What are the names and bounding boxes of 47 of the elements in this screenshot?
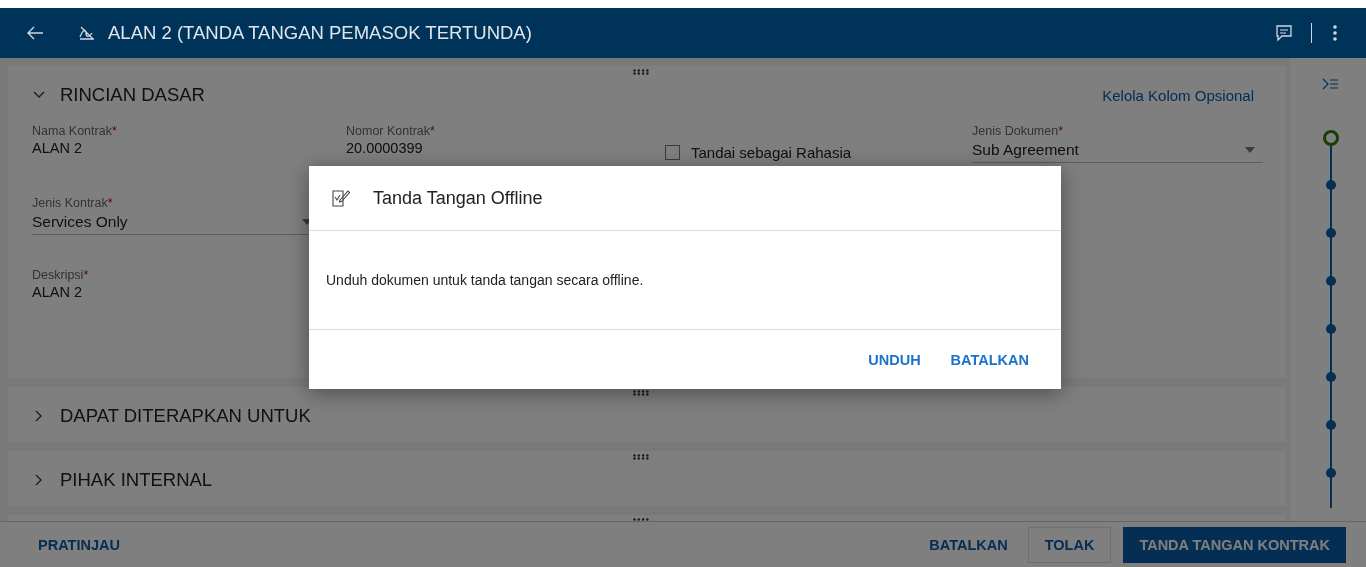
manage-columns-link[interactable]: Kelola Kolom Opsional <box>1102 86 1254 104</box>
dialog-message: Unduh dokumen untuk tanda tangan secara offline. <box>326 272 644 288</box>
current-step-ring[interactable] <box>1323 130 1339 146</box>
section-toggle[interactable]: RINCIAN DASAR <box>32 84 205 106</box>
required-mark: * <box>1058 124 1064 138</box>
section-toggle[interactable]: DAPAT DITERAPKAN UNTUK <box>32 405 311 427</box>
drag-handle-icon[interactable] <box>633 69 649 75</box>
step-dot[interactable] <box>1326 420 1336 430</box>
cancel-button[interactable]: BATALKAN <box>921 528 1016 561</box>
signature-icon <box>78 25 96 41</box>
field-value: ALAN 2 <box>32 140 83 156</box>
back-arrow-icon <box>26 26 44 40</box>
step-dot[interactable] <box>1326 276 1336 286</box>
caret-icon <box>1245 147 1255 153</box>
cancel-button[interactable]: BATALKAN <box>940 343 1039 376</box>
page-title: ALAN 2 (TANDA TANGAN PEMASOK TERTUNDA) <box>108 22 532 44</box>
step-dot[interactable] <box>1326 228 1336 238</box>
field-value: 20.0000399 <box>346 140 424 156</box>
chat-bubble-icon <box>1275 24 1293 42</box>
dropdown-field[interactable]: Sub Agreement <box>972 138 1263 163</box>
checkbox[interactable]: Tandai sebagai Rahasia <box>665 144 972 161</box>
sign-contract-button[interactable]: TANDA TANGAN KONTRAK <box>1123 526 1346 563</box>
required-mark: * <box>107 196 113 210</box>
more-button[interactable] <box>1330 22 1340 44</box>
step-dot[interactable] <box>1326 372 1336 382</box>
reject-button[interactable]: TOLAK <box>1027 526 1112 563</box>
download-button[interactable]: UNDUH <box>858 343 931 376</box>
expand-list-icon <box>1322 78 1338 90</box>
field-value: ALAN 2 <box>32 284 83 300</box>
expand-panel-button[interactable] <box>1320 76 1340 92</box>
drag-handle-icon[interactable] <box>633 454 649 460</box>
step-dot[interactable] <box>1326 180 1336 190</box>
comment-button[interactable] <box>1273 22 1295 44</box>
required-mark: * <box>83 268 89 282</box>
dialog-title: Tanda Tangan Offline <box>373 187 543 209</box>
field-label: Nomor Kontrak* <box>346 124 436 138</box>
section-toggle[interactable]: PIHAK INTERNAL <box>32 469 213 491</box>
step-dot[interactable] <box>1326 324 1336 334</box>
preview-button[interactable]: PRATINJAU <box>30 528 128 561</box>
document-pen-icon <box>331 188 351 208</box>
more-vertical-icon <box>1332 24 1338 42</box>
field-label: Jenis Dokumen* <box>972 124 1065 138</box>
step-dot[interactable] <box>1326 468 1336 478</box>
required-mark: * <box>430 124 435 138</box>
required-mark: * <box>111 124 117 138</box>
field-label: Nama Kontrak* <box>32 124 118 138</box>
drag-handle-icon[interactable] <box>633 390 649 396</box>
